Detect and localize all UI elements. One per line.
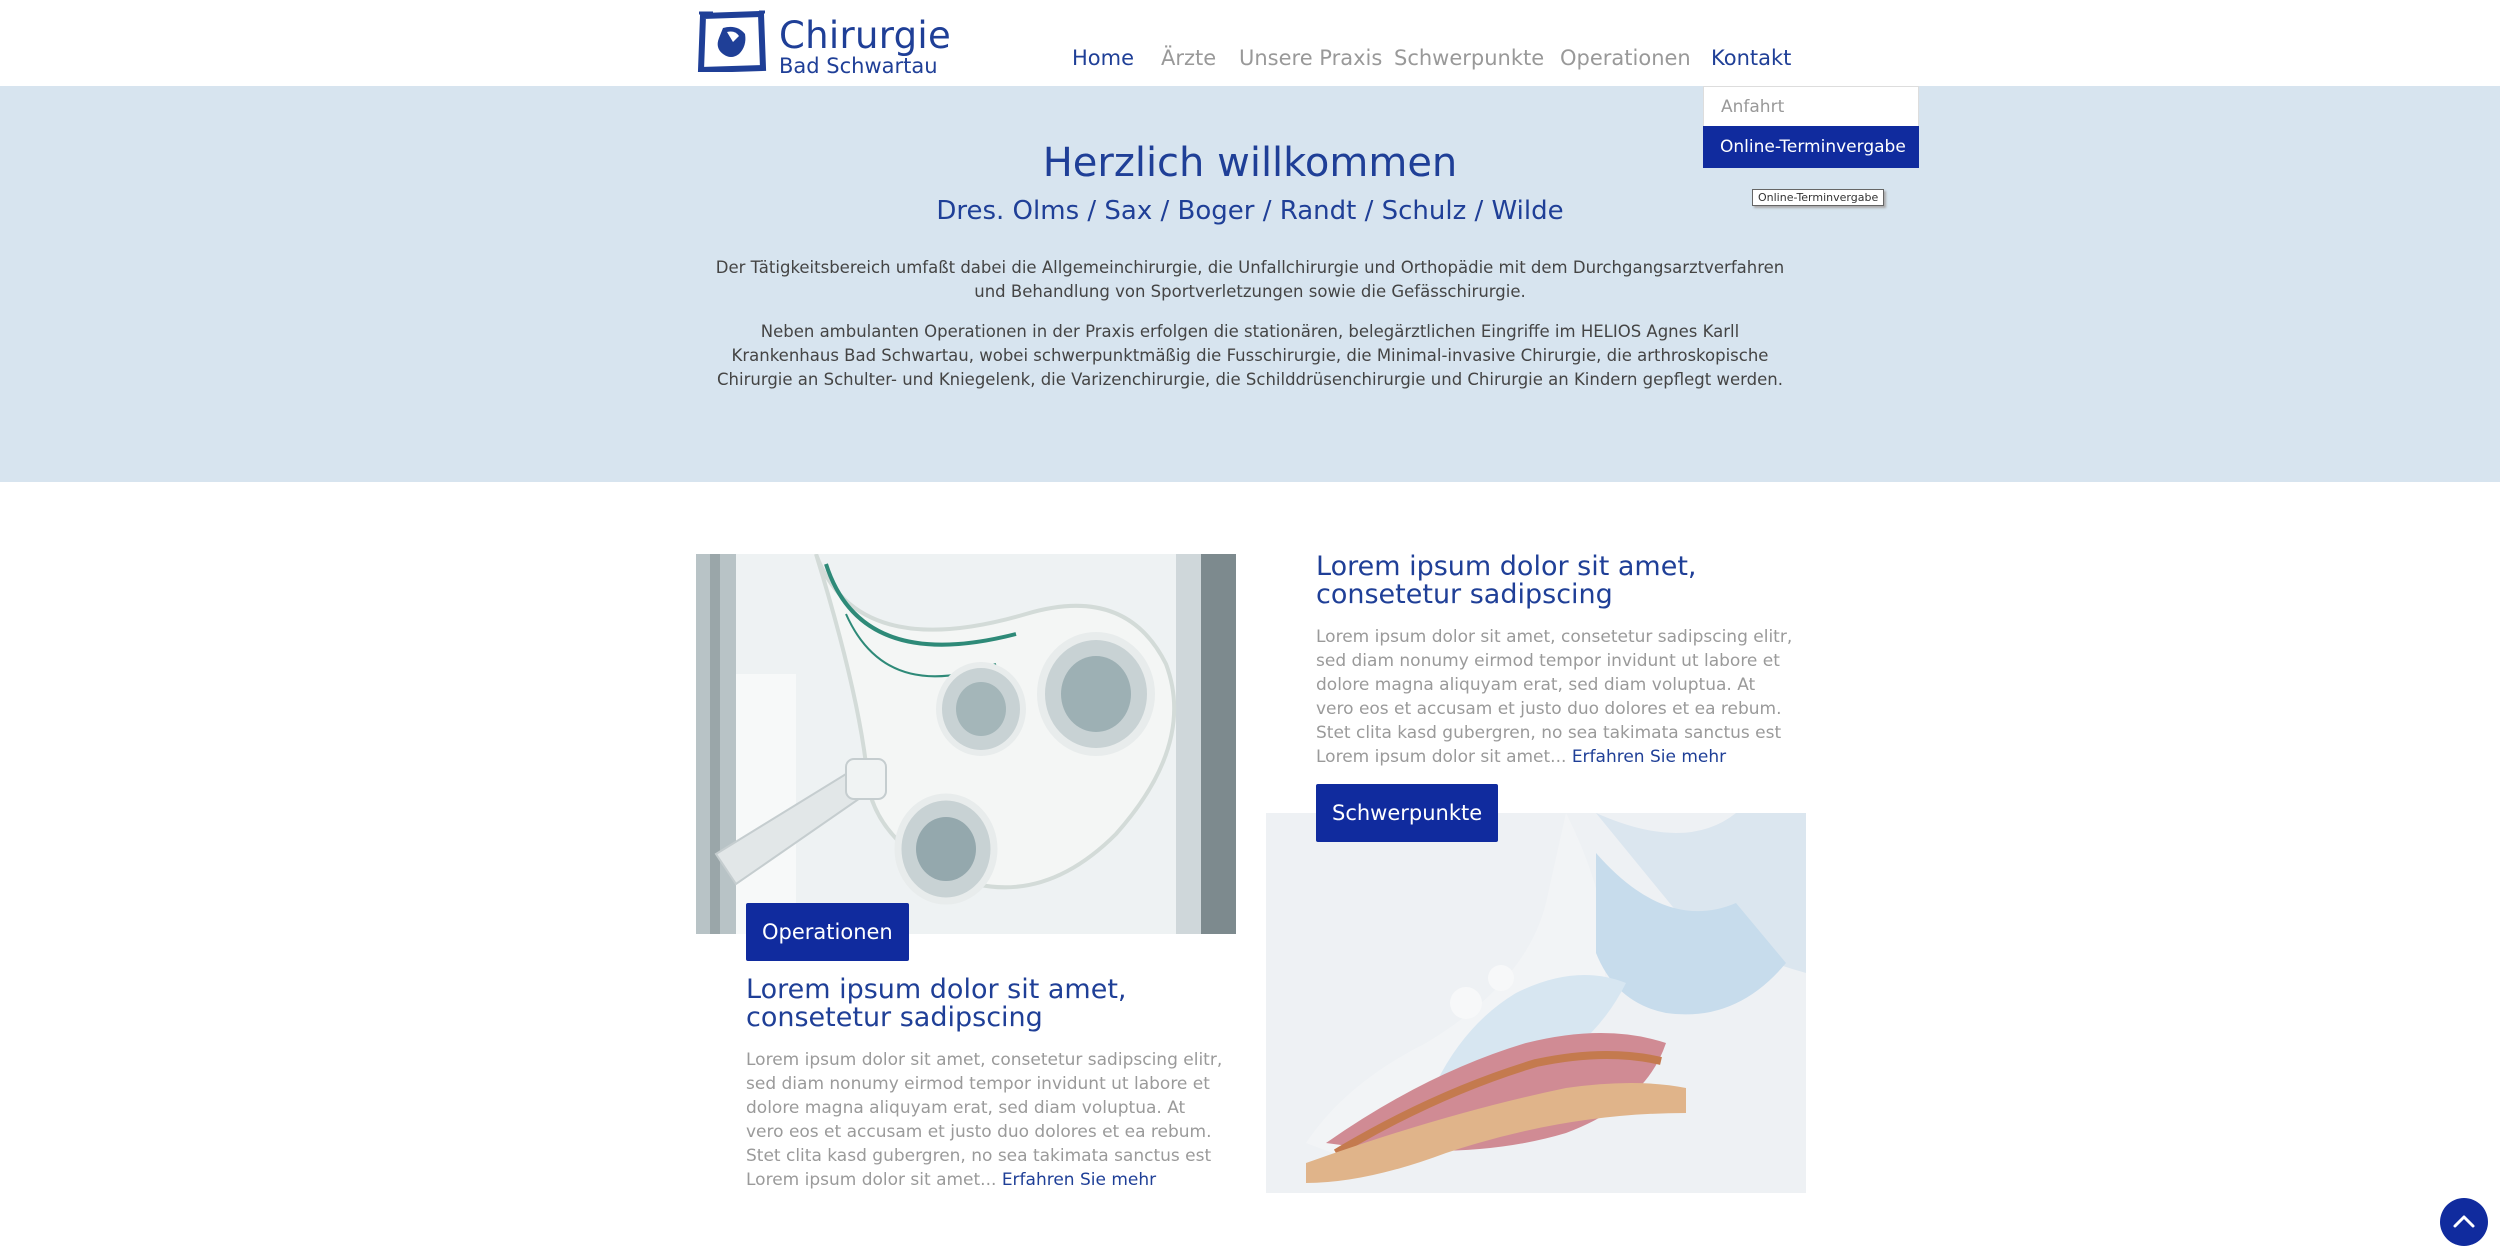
site-header: Chirurgie Bad Schwartau Home Ärzte Unser… bbox=[0, 0, 2500, 86]
card-text: Lorem ipsum dolor sit amet, consetetur s… bbox=[746, 1048, 1226, 1192]
read-more-link[interactable]: Erfahren Sie mehr bbox=[1002, 1170, 1156, 1190]
nav-kontakt[interactable]: Kontakt bbox=[1711, 46, 1791, 70]
card-body-text: Lorem ipsum dolor sit amet, consetetur s… bbox=[746, 1050, 1223, 1190]
logo-square-icon bbox=[697, 10, 767, 72]
schwerpunkte-button[interactable]: Schwerpunkte bbox=[1316, 784, 1499, 842]
foot-model-image bbox=[1266, 813, 1806, 1193]
nav-aerzte[interactable]: Ärzte bbox=[1161, 46, 1216, 70]
nav-schwerpunkte[interactable]: Schwerpunkte bbox=[1394, 46, 1544, 70]
surgical-lamp-image bbox=[696, 554, 1236, 934]
operationen-button[interactable]: Operationen bbox=[746, 903, 909, 961]
logo-title: Chirurgie bbox=[779, 14, 952, 57]
dropdown-item-online-terminvergabe[interactable]: Online-Terminvergabe bbox=[1703, 126, 1919, 168]
card-title: Lorem ipsum dolor sit amet, consetetur s… bbox=[746, 974, 1127, 1033]
nav-home[interactable]: Home bbox=[1072, 46, 1134, 70]
welcome-title: Herzlich willkommen bbox=[1042, 140, 1458, 186]
intro-paragraph-2: Neben ambulanten Operationen in der Prax… bbox=[717, 322, 1783, 389]
nav-unsere-praxis[interactable]: Unsere Praxis bbox=[1239, 46, 1382, 70]
site-logo[interactable]: Chirurgie Bad Schwartau bbox=[697, 8, 951, 78]
welcome-section: Herzlich willkommen Dres. Olms / Sax / B… bbox=[0, 86, 2500, 482]
card-text: Lorem ipsum dolor sit amet, consetetur s… bbox=[1316, 625, 1796, 769]
nav-operationen[interactable]: Operationen bbox=[1560, 46, 1691, 70]
chevron-up-icon bbox=[2453, 1215, 2475, 1228]
card-title: Lorem ipsum dolor sit amet, consetetur s… bbox=[1316, 551, 1697, 610]
doctors-subtitle: Dres. Olms / Sax / Boger / Randt / Schul… bbox=[936, 196, 1564, 226]
card-body-text: Lorem ipsum dolor sit amet, consetetur s… bbox=[1316, 627, 1793, 767]
logo-subtitle: Bad Schwartau bbox=[779, 54, 938, 78]
tooltip: Online-Terminvergabe bbox=[1752, 189, 1885, 206]
kontakt-dropdown: Anfahrt Online-Terminvergabe bbox=[1703, 86, 1919, 168]
read-more-link[interactable]: Erfahren Sie mehr bbox=[1572, 747, 1726, 767]
intro-paragraph-1: Der Tätigkeitsbereich umfaßt dabei die A… bbox=[715, 258, 1785, 301]
dropdown-item-anfahrt[interactable]: Anfahrt bbox=[1703, 86, 1919, 126]
scroll-to-top-button[interactable] bbox=[2440, 1198, 2488, 1246]
